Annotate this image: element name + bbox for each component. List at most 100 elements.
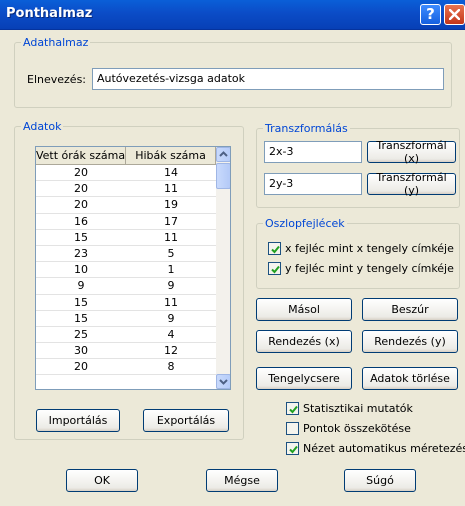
cell-errors[interactable]: 12 [126,343,216,358]
name-label: Elnevezés: [27,73,87,86]
table-row[interactable]: 30 12 [36,343,216,360]
name-input[interactable]: Autóvezetés-vizsga adatok [92,68,444,90]
cell-hours[interactable]: 16 [36,214,126,229]
x-header-checkbox-row[interactable]: x fejléc mint x tengely címkéje [268,242,454,255]
clear-data-button[interactable]: Adatok törlése [362,367,458,390]
help-button[interactable]: Súgó [344,469,416,492]
insert-button[interactable]: Beszúr [362,298,458,321]
table-row[interactable]: 25 4 [36,327,216,344]
stats-label: Statisztikai mutatók [303,402,413,415]
table-row[interactable]: 20 8 [36,359,216,376]
table-row[interactable]: 20 19 [36,197,216,214]
cell-hours[interactable]: 20 [36,359,126,374]
transform-x-label: Transzformál (x) [376,139,447,165]
swap-axes-button[interactable]: Tengelycsere [256,367,352,390]
table-row[interactable]: 15 11 [36,295,216,311]
export-button[interactable]: Exportálás [143,409,229,432]
transform-y-label: Transzformál (y) [376,171,447,197]
autosize-label: Nézet automatikus méretezése [303,442,465,455]
scroll-thumb[interactable] [216,163,230,189]
cell-hours[interactable]: 15 [36,230,126,245]
cell-errors[interactable]: 4 [126,327,216,342]
cell-errors[interactable]: 8 [126,359,216,374]
cell-errors[interactable]: 14 [126,165,216,180]
sort-x-button[interactable]: Rendezés (x) [256,330,352,353]
transform-y-button[interactable]: Transzformál (y) [367,171,456,197]
close-button[interactable] [444,4,465,25]
swap-axes-label: Tengelycsere [268,372,340,385]
cell-errors[interactable]: 5 [126,246,216,261]
y-header-checkbox-row[interactable]: y fejléc mint y tengely címkéje [268,262,454,275]
y-header-checkbox[interactable] [268,262,281,275]
help-button-label: Súgó [366,474,394,487]
cell-errors[interactable]: 1 [126,262,216,277]
table-row[interactable]: 20 14 [36,165,216,182]
data-table[interactable]: Vett órák száma Hibák száma 20 14 20 11 20 19… [35,146,231,390]
cell-errors[interactable]: 9 [126,311,216,326]
transform-x-input[interactable]: 2x-3 [264,141,362,163]
column-header-errors[interactable]: Hibák száma [126,147,216,164]
table-row[interactable]: 23 5 [36,246,216,263]
help-icon: ? [426,5,435,23]
cell-hours[interactable]: 20 [36,165,126,180]
transform-x-button[interactable]: Transzformál (x) [367,139,456,165]
cell-errors[interactable]: 11 [126,181,216,196]
copy-button-label: Másol [288,303,320,316]
scroll-down-button[interactable] [216,374,230,389]
scroll-up-button[interactable] [216,147,230,162]
cell-hours[interactable]: 20 [36,181,126,196]
transform-x-value: 2x-3 [269,145,294,158]
column-header-hours[interactable]: Vett órák száma [36,147,126,164]
cell-hours[interactable]: 25 [36,327,126,342]
ok-button[interactable]: OK [66,469,138,492]
cell-errors[interactable]: 19 [126,197,216,212]
data-legend: Adatok [23,120,62,133]
cancel-button[interactable]: Mégse [206,469,278,492]
autosize-checkbox[interactable] [286,442,299,455]
title-bar: Ponthalmaz ? [0,0,465,30]
cell-errors[interactable]: 11 [126,295,216,310]
stats-checkbox[interactable] [286,402,299,415]
y-header-label: y fejléc mint y tengely címkéje [285,262,454,275]
cell-hours[interactable]: 9 [36,278,126,293]
insert-button-label: Beszúr [391,303,429,316]
transform-y-input[interactable]: 2y-3 [264,173,362,195]
table-body: 20 14 20 11 20 19 16 17 15 11 23 5 10 1 9 9 15 11 15 9 25 4 30… [36,165,216,376]
table-row[interactable]: 10 1 [36,262,216,279]
connect-checkbox[interactable] [286,422,299,435]
table-header: Vett órák száma Hibák száma [36,147,216,165]
chevron-up-icon [219,151,228,157]
close-icon [449,9,460,20]
connect-checkbox-row[interactable]: Pontok összekötése [286,422,411,435]
dialog-window: Ponthalmaz ? Adathalmaz Elnevezés: Autóv… [0,0,465,506]
export-button-label: Exportálás [156,414,216,427]
sort-y-button[interactable]: Rendezés (y) [362,330,458,353]
cell-hours[interactable]: 30 [36,343,126,358]
table-row[interactable]: 20 11 [36,181,216,198]
ok-button-label: OK [94,474,110,487]
cell-hours[interactable]: 20 [36,197,126,212]
autosize-checkbox-row[interactable]: Nézet automatikus méretezése [286,442,465,455]
cell-errors[interactable]: 11 [126,230,216,245]
cancel-button-label: Mégse [224,474,260,487]
dataset-legend: Adathalmaz [23,36,89,49]
cell-hours[interactable]: 15 [36,311,126,326]
cell-errors[interactable]: 17 [126,214,216,229]
table-row[interactable]: 15 11 [36,230,216,246]
table-row[interactable]: 99 [36,278,216,295]
cell-hours[interactable]: 10 [36,262,126,277]
sort-y-label: Rendezés (y) [374,335,446,348]
help-title-button[interactable]: ? [420,4,441,25]
window-title: Ponthalmaz [6,6,93,21]
copy-button[interactable]: Másol [256,298,352,321]
import-button[interactable]: Importálás [36,409,120,432]
cell-hours[interactable]: 23 [36,246,126,261]
cell-hours[interactable]: 15 [36,295,126,310]
cell-errors[interactable]: 9 [126,278,216,293]
table-scrollbar[interactable] [216,147,230,389]
table-row[interactable]: 16 17 [36,214,216,230]
table-row[interactable]: 15 9 [36,311,216,327]
x-header-checkbox[interactable] [268,242,281,255]
stats-checkbox-row[interactable]: Statisztikai mutatók [286,402,413,415]
connect-label: Pontok összekötése [303,422,411,435]
